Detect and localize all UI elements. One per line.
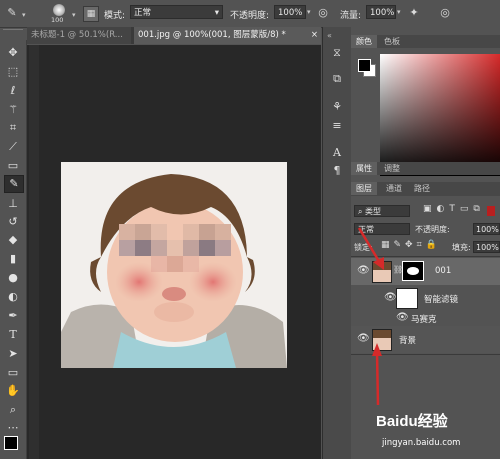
watermark-brand: Baidu经验 — [376, 413, 448, 430]
foreground-color-swatch[interactable] — [358, 59, 371, 72]
annotation-arrow — [375, 351, 380, 406]
watermark-url: jingyan.baidu.com — [382, 438, 461, 448]
annotation-arrows — [357, 227, 384, 406]
arrow-head-icon — [372, 343, 382, 356]
annotation-arrow — [357, 227, 382, 264]
